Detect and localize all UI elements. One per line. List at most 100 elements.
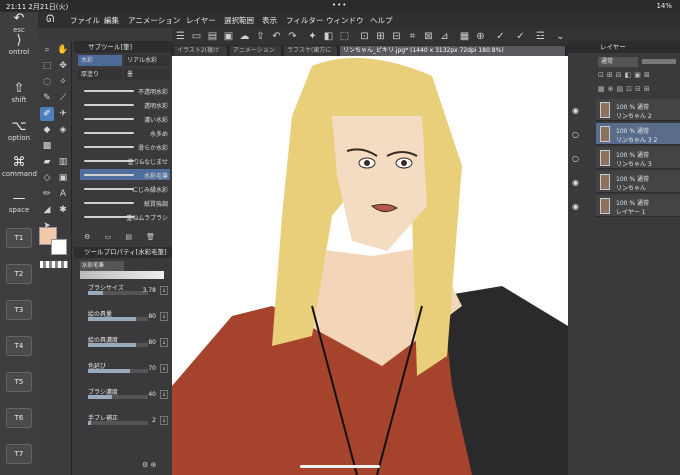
option-key[interactable]: ⌥ option: [2, 120, 36, 143]
property-row[interactable]: 絵の具濃度 80 ↓: [84, 335, 168, 349]
operation-icon[interactable]: ⬚: [40, 59, 54, 73]
gradient-icon[interactable]: ▥: [56, 155, 70, 169]
save-icon[interactable]: ▣: [222, 30, 235, 43]
transparent-color-icon[interactable]: [40, 261, 68, 268]
command-key[interactable]: ⌘ command: [2, 156, 37, 179]
visibility-eye-icon[interactable]: ○: [572, 154, 579, 163]
hand-icon[interactable]: ✋: [56, 43, 70, 57]
canvas[interactable]: [172, 56, 568, 475]
menu-window[interactable]: ウィンドウ: [326, 15, 364, 26]
layer-row[interactable]: 100 % 通常 リンちゃん 2: [596, 99, 680, 121]
reference-icon[interactable]: ⊕: [474, 30, 487, 43]
eyedropper-icon[interactable]: ⟋: [56, 91, 70, 105]
eraser-icon[interactable]: ◆: [40, 123, 54, 137]
stepper-icon[interactable]: ↓: [160, 312, 168, 321]
menu-selection[interactable]: 選択範囲: [224, 15, 254, 26]
crop-icon[interactable]: ⌗: [406, 30, 419, 43]
cloud-icon[interactable]: ☁: [238, 30, 251, 43]
shift-key[interactable]: ⇧ shift: [2, 82, 36, 105]
deselect-icon[interactable]: ⊡: [358, 30, 371, 43]
layer-row[interactable]: 100 % 通常 リンちゃん 3: [596, 147, 680, 169]
t6-key[interactable]: T6: [6, 408, 32, 428]
move-icon[interactable]: ✥: [56, 59, 70, 73]
visibility-eye-icon[interactable]: ◉: [572, 106, 579, 115]
property-row[interactable]: ブラシ濃度 40 ↓: [84, 387, 168, 401]
group-ink[interactable]: 墨: [124, 69, 170, 80]
transform-icon[interactable]: ⬚: [338, 30, 351, 43]
group-watercolor[interactable]: 水彩: [78, 55, 122, 66]
visibility-eye-icon[interactable]: ◉: [572, 202, 579, 211]
stepper-icon[interactable]: ↓: [160, 338, 168, 347]
correct-line-icon[interactable]: ✏: [40, 187, 54, 201]
menu-animation[interactable]: アニメーション: [128, 15, 180, 26]
brush-item[interactable]: 水彩毛筆: [80, 169, 170, 180]
export-icon[interactable]: ⇪: [254, 30, 267, 43]
decoration-icon[interactable]: ▩: [40, 139, 54, 153]
fill-tool-icon[interactable]: ▰: [40, 155, 54, 169]
property-row[interactable]: 手ブレ補正 2 ↓: [84, 413, 168, 427]
text-tool-icon[interactable]: A: [56, 187, 70, 201]
property-slider[interactable]: [88, 395, 148, 399]
check-icon[interactable]: ✓: [494, 30, 507, 43]
opacity-slider[interactable]: [642, 59, 676, 64]
magic-wand-icon[interactable]: ✧: [56, 75, 70, 89]
tab-animation[interactable]: アニメーション: [230, 46, 282, 56]
stepper-icon[interactable]: ↓: [160, 286, 168, 295]
brush-icon[interactable]: ✐: [40, 107, 54, 121]
stepper-icon[interactable]: ↓: [160, 390, 168, 399]
menu-view[interactable]: 表示: [262, 15, 277, 26]
t2-key[interactable]: T2: [6, 264, 32, 284]
t5-key[interactable]: T5: [6, 372, 32, 392]
group-thick-paint[interactable]: 厚塗り: [78, 69, 122, 80]
brush-item[interactable]: 塗り&なじませ: [80, 155, 170, 166]
visibility-eye-icon[interactable]: ○: [572, 130, 579, 139]
group-real-watercolor[interactable]: リアル水彩: [124, 55, 170, 66]
menu-edit[interactable]: 編集: [104, 15, 119, 26]
esc-key[interactable]: ↶ esc: [2, 12, 36, 35]
stepper-icon[interactable]: ↓: [160, 364, 168, 373]
tab-illust2[interactable]: イラスト2(複け: [174, 46, 228, 56]
clip-icon[interactable]: ⊠: [422, 30, 435, 43]
redo-toolbar-icon[interactable]: ↷: [286, 30, 299, 43]
property-slider[interactable]: [88, 421, 148, 425]
fill-icon[interactable]: ◧: [322, 30, 335, 43]
blend-mode-select[interactable]: 通常: [598, 57, 638, 67]
brush-item[interactable]: 水多め: [80, 127, 170, 138]
figure-icon[interactable]: ◇: [40, 171, 54, 185]
new-file-icon[interactable]: ▭: [190, 30, 203, 43]
layer-mask-icon[interactable]: ▦: [458, 30, 471, 43]
zoom-icon[interactable]: ⌕: [40, 43, 54, 57]
airbrush-icon[interactable]: ✈: [56, 107, 70, 121]
t1-key[interactable]: T1: [6, 228, 32, 248]
blend-icon[interactable]: ◈: [56, 123, 70, 137]
brush-item[interactable]: 濃い水彩: [80, 113, 170, 124]
t3-key[interactable]: T3: [6, 300, 32, 320]
property-slider[interactable]: [88, 369, 148, 373]
ruler-tool-icon[interactable]: ✱: [56, 203, 70, 217]
text-icon[interactable]: ☲: [534, 30, 547, 43]
stepper-icon[interactable]: ↓: [160, 416, 168, 425]
multitask-dots[interactable]: •••: [332, 1, 347, 9]
visibility-eye-icon[interactable]: ◉: [572, 178, 579, 187]
tab-rin-chan[interactable]: リンちゃん_ピキリ.jpg* (1440 x 3132px 72dpi 180.…: [340, 46, 566, 56]
balloon-icon[interactable]: ◢: [40, 203, 54, 217]
t4-key[interactable]: T4: [6, 336, 32, 356]
t7-key[interactable]: T7: [6, 444, 32, 464]
space-key[interactable]: — space: [2, 192, 36, 215]
home-indicator[interactable]: [300, 465, 380, 468]
check-icon-2[interactable]: ✓: [514, 30, 527, 43]
lasso-icon[interactable]: ◌: [40, 75, 54, 89]
layer-row[interactable]: 100 % 通常 リンちゃん 3 2: [596, 123, 680, 145]
property-settings-icon[interactable]: ⚙ ⊕: [142, 461, 156, 469]
clear-icon[interactable]: ✦: [306, 30, 319, 43]
property-row[interactable]: 色延び 70 ↓: [84, 361, 168, 375]
layer-actions[interactable]: ⊡⊞⊟◧▣⊠: [598, 71, 678, 81]
layer-row[interactable]: 100 % 通常 リンちゃん: [596, 171, 680, 193]
layer-actions-2[interactable]: ▦⊕▤⊡⊟⊞: [598, 85, 678, 95]
menu-file[interactable]: ファイル: [70, 15, 100, 26]
brush-item[interactable]: にじみ縁水彩: [80, 183, 170, 194]
frame-icon[interactable]: ▣: [56, 171, 70, 185]
sub-color-swatch[interactable]: [51, 239, 67, 255]
pen-icon[interactable]: ✎: [40, 91, 54, 105]
menu-filter[interactable]: フィルター: [286, 15, 323, 26]
